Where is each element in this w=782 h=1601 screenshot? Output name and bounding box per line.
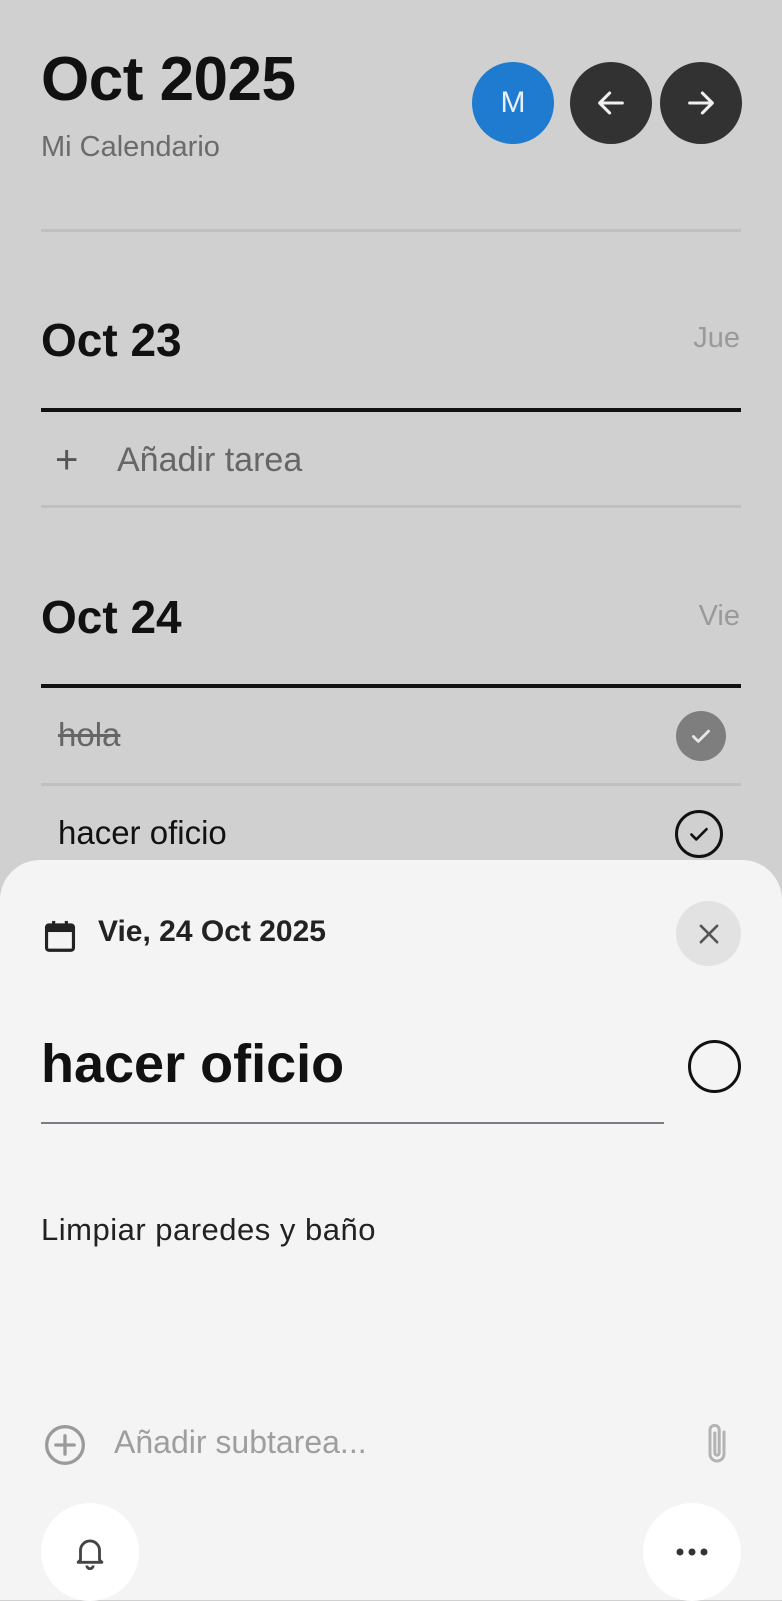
next-month-button[interactable] <box>660 62 742 144</box>
more-options-button[interactable] <box>643 1503 741 1601</box>
day-weekday: Jue <box>693 322 740 354</box>
task-completed-toggle[interactable] <box>676 711 726 761</box>
close-icon <box>699 924 718 943</box>
day-date: Oct 24 <box>41 591 182 643</box>
checkmark-icon <box>690 827 708 841</box>
row-divider <box>41 783 741 786</box>
task-title-input[interactable]: hacer oficio <box>41 1033 344 1095</box>
previous-month-button[interactable] <box>570 62 652 144</box>
checkmark-icon <box>692 729 710 743</box>
task-item-title[interactable]: hacer oficio <box>58 814 227 852</box>
task-complete-toggle[interactable] <box>675 810 723 858</box>
task-description[interactable]: Limpiar paredes y baño <box>41 1212 376 1248</box>
add-task-label: Añadir tarea <box>117 440 303 479</box>
header-divider <box>41 229 741 232</box>
user-avatar[interactable]: M <box>472 62 554 144</box>
day-weekday: Vie <box>698 600 740 632</box>
paperclip-icon[interactable] <box>700 1420 734 1468</box>
calendar-icon <box>44 920 76 952</box>
task-complete-toggle[interactable] <box>688 1040 741 1093</box>
calendar-name[interactable]: Mi Calendario <box>41 131 220 164</box>
avatar-initial: M <box>500 86 526 119</box>
more-horizontal-icon <box>676 1548 708 1556</box>
title-underline <box>41 1122 664 1124</box>
add-subtask-input[interactable]: Añadir subtarea... <box>114 1424 367 1461</box>
day-date: Oct 23 <box>41 314 182 366</box>
day-rule <box>41 408 741 412</box>
task-date-label[interactable]: Vie, 24 Oct 2025 <box>98 915 326 949</box>
month-title: Oct 2025 <box>41 45 296 114</box>
close-button[interactable] <box>676 901 741 966</box>
bell-icon <box>76 1539 104 1570</box>
arrow-right-icon <box>688 91 714 115</box>
reminder-button[interactable] <box>41 1503 139 1601</box>
row-divider <box>41 505 741 508</box>
add-task-row[interactable]: + Añadir tarea <box>41 430 741 490</box>
task-item-title[interactable]: hola <box>58 716 120 754</box>
plus-icon: + <box>55 438 79 482</box>
day-rule <box>41 684 741 688</box>
plus-circle-icon[interactable] <box>43 1423 87 1467</box>
arrow-left-icon <box>598 91 624 115</box>
